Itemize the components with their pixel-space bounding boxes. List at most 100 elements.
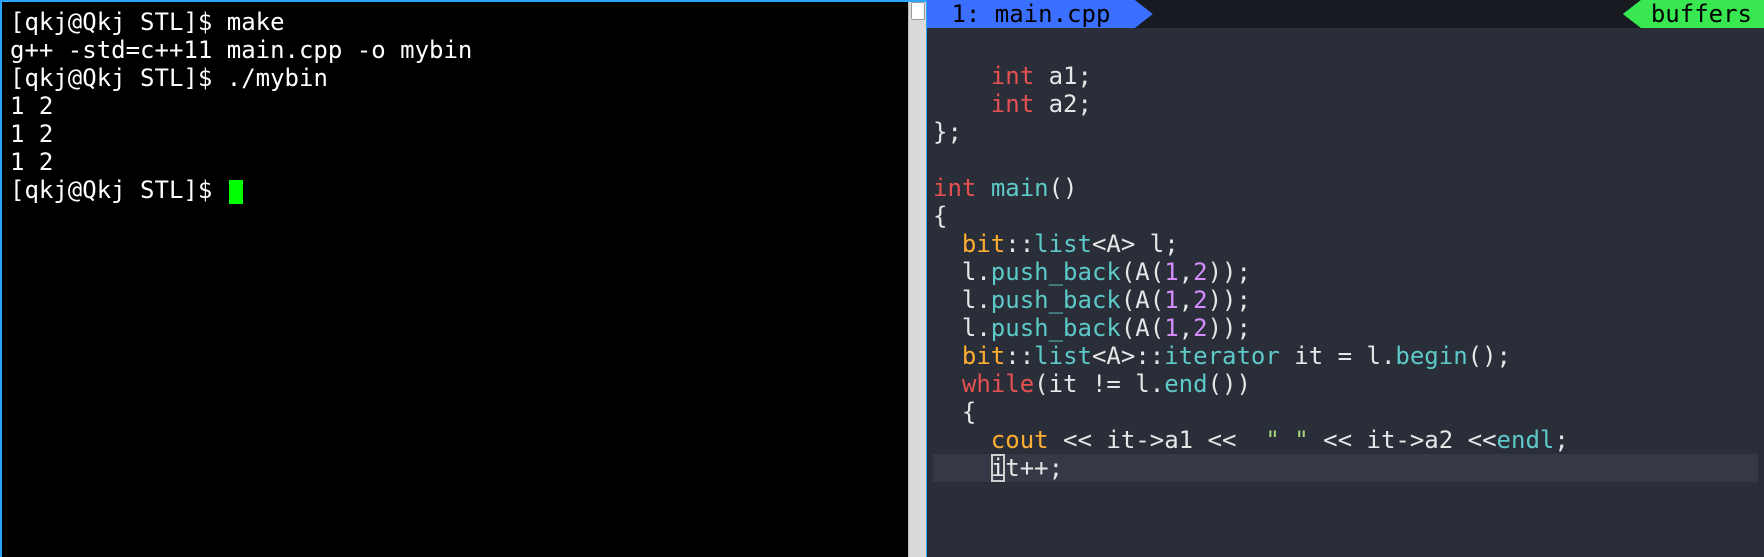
code-token: list	[1034, 342, 1092, 370]
code-token: A	[1135, 286, 1149, 314]
buffers-button[interactable]: buffers	[1623, 0, 1764, 28]
editor-tabbar: 1: main.cpp buffers	[927, 0, 1764, 28]
code-token: A	[1135, 314, 1149, 342]
code-area[interactable]: int a1; int a2;}; int main(){ bit::list<…	[927, 28, 1764, 482]
code-token: 1	[1164, 258, 1178, 286]
terminal-pane[interactable]: [qkj@Qkj STL]$ makeg++ -std=c++11 main.c…	[0, 0, 927, 557]
terminal-scroll-thumb[interactable]	[911, 2, 925, 20]
terminal-line: 1 2	[10, 92, 918, 120]
editor-pane[interactable]: 1: main.cpp buffers int a1; int a2;}; in…	[927, 0, 1764, 557]
code-line: l.push_back(A(1,2));	[933, 286, 1758, 314]
code-token: << it->a2 <<	[1309, 426, 1497, 454]
code-token: (	[1121, 286, 1135, 314]
code-token: a2;	[1034, 90, 1092, 118]
terminal-line: [qkj@Qkj STL]$	[10, 176, 918, 204]
code-token: it = l.	[1280, 342, 1396, 370]
code-token: };	[933, 118, 962, 146]
code-token: l.	[933, 314, 991, 342]
terminal-line: [qkj@Qkj STL]$ ./mybin	[10, 64, 918, 92]
code-token: bit	[962, 230, 1005, 258]
code-token: main	[991, 174, 1049, 202]
code-token: a1;	[1034, 62, 1092, 90]
code-token: <A>::	[1092, 342, 1164, 370]
code-token: t++;	[1005, 454, 1063, 482]
code-token	[933, 426, 991, 454]
code-token	[933, 454, 991, 482]
code-token: (	[1150, 286, 1164, 314]
code-token: ;	[1554, 426, 1568, 454]
code-token: push_back	[991, 258, 1121, 286]
terminal-scrollbar[interactable]	[908, 2, 926, 557]
code-token: end	[1164, 370, 1207, 398]
code-line: cout << it->a1 << " " << it->a2 <<endl;	[933, 426, 1758, 454]
code-token: begin	[1395, 342, 1467, 370]
code-token: ,	[1179, 286, 1193, 314]
code-token: <A> l;	[1092, 230, 1179, 258]
code-token: {	[933, 398, 976, 426]
terminal-line: g++ -std=c++11 main.cpp -o mybin	[10, 36, 918, 64]
code-token	[976, 174, 990, 202]
code-line: while(it != l.end())	[933, 370, 1758, 398]
code-line: };	[933, 118, 1758, 146]
code-token: ,	[1179, 258, 1193, 286]
code-token: int	[933, 174, 976, 202]
editor-cursor: i	[991, 454, 1005, 482]
code-token: while	[962, 370, 1034, 398]
tabbar-spacer	[1153, 0, 1623, 28]
code-token: ));	[1208, 286, 1251, 314]
editor-tab-main[interactable]: 1: main.cpp	[927, 0, 1153, 28]
code-token: ()	[1049, 174, 1078, 202]
code-token: 1	[1164, 286, 1178, 314]
terminal-line: [qkj@Qkj STL]$ make	[10, 8, 918, 36]
code-token	[933, 370, 962, 398]
code-token: << it->a1 <<	[1049, 426, 1266, 454]
code-line: {	[933, 202, 1758, 230]
code-line: {	[933, 398, 1758, 426]
terminal-line: 1 2	[10, 148, 918, 176]
code-token: int	[991, 62, 1034, 90]
code-token: bit	[962, 342, 1005, 370]
code-line: bit::list<A> l;	[933, 230, 1758, 258]
code-token: (	[1121, 258, 1135, 286]
editor-tab-label: 1: main.cpp	[937, 0, 1125, 28]
code-line: l.push_back(A(1,2));	[933, 314, 1758, 342]
terminal-command: ./mybin	[227, 64, 328, 92]
code-token: 2	[1193, 258, 1207, 286]
terminal-cursor	[229, 180, 243, 204]
code-token: int	[991, 90, 1034, 118]
code-line	[933, 146, 1758, 174]
terminal-line: 1 2	[10, 120, 918, 148]
code-token: iterator	[1164, 342, 1280, 370]
buffers-label: buffers	[1651, 0, 1752, 28]
terminal-output: [qkj@Qkj STL]$ makeg++ -std=c++11 main.c…	[2, 2, 926, 210]
code-token: {	[933, 202, 947, 230]
code-token: push_back	[991, 286, 1121, 314]
code-line: it++;	[933, 454, 1758, 482]
code-line: bit::list<A>::iterator it = l.begin();	[933, 342, 1758, 370]
code-token: (it != l.	[1034, 370, 1164, 398]
code-token: ();	[1468, 342, 1511, 370]
code-token: ())	[1208, 370, 1251, 398]
code-token: A	[1135, 258, 1149, 286]
terminal-prompt: [qkj@Qkj STL]$	[10, 8, 227, 36]
code-line: int a1;	[933, 62, 1758, 90]
code-token: ,	[1179, 314, 1193, 342]
code-token: " "	[1265, 426, 1308, 454]
code-token: list	[1034, 230, 1092, 258]
code-token: ::	[1005, 342, 1034, 370]
terminal-prompt: [qkj@Qkj STL]$	[10, 64, 227, 92]
code-line: l.push_back(A(1,2));	[933, 258, 1758, 286]
code-token: 2	[1193, 286, 1207, 314]
code-token: ));	[1208, 258, 1251, 286]
code-token: endl	[1497, 426, 1555, 454]
terminal-prompt: [qkj@Qkj STL]$	[10, 176, 227, 204]
code-token: (	[1150, 258, 1164, 286]
code-token: ::	[1005, 230, 1034, 258]
code-token: 2	[1193, 314, 1207, 342]
code-token: l.	[933, 286, 991, 314]
code-token: (	[1121, 314, 1135, 342]
code-token: ));	[1208, 314, 1251, 342]
code-token	[933, 90, 991, 118]
code-token	[933, 62, 991, 90]
code-token: l.	[933, 258, 991, 286]
